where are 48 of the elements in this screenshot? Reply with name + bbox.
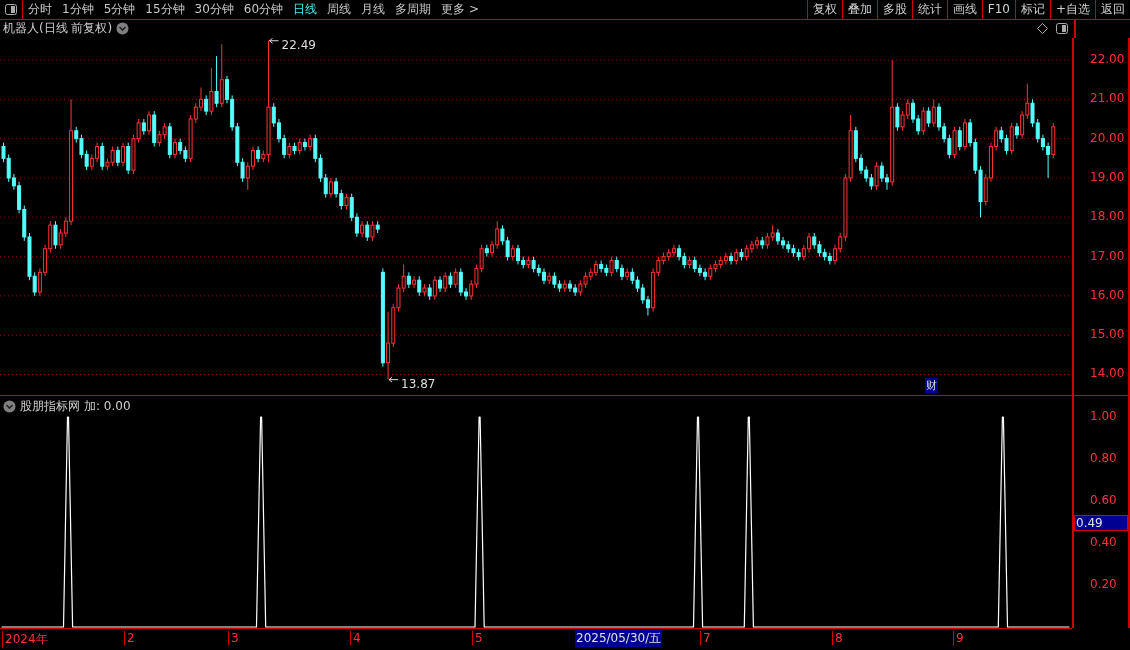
axis-label: 17.00 xyxy=(1090,248,1125,263)
axis-label: 7 xyxy=(700,631,711,646)
axis-label: 19.00 xyxy=(1090,169,1125,184)
event-marker[interactable]: 财 xyxy=(925,378,938,394)
cursor-value: 0.49 xyxy=(1074,515,1128,532)
toolbar-button[interactable]: 叠加 xyxy=(841,0,877,19)
axis-label: 0.80 xyxy=(1090,451,1117,466)
axis-label: 0.40 xyxy=(1090,535,1117,549)
period-tab[interactable]: 月线 xyxy=(356,0,391,19)
toolbar-button[interactable]: F10 xyxy=(981,0,1015,19)
axis-label: 15.00 xyxy=(1090,327,1125,342)
axis-label: 3 xyxy=(228,631,239,646)
axis-label: 8 xyxy=(832,631,843,646)
axis-label: 22.00 xyxy=(1090,51,1125,66)
axis-label: 5 xyxy=(472,631,483,646)
period-tab[interactable]: 周线 xyxy=(322,0,357,19)
axis-label: 2 xyxy=(124,631,135,646)
price-label: 13.87 xyxy=(401,376,436,391)
toolbar-button[interactable]: 画线 xyxy=(946,0,982,19)
price-label: 22.49 xyxy=(281,37,316,52)
toolbar-button[interactable]: +自选 xyxy=(1049,0,1095,19)
toolbar-button[interactable]: 返回 xyxy=(1095,0,1130,19)
cursor-date: 2025/05/30/五 xyxy=(575,630,663,648)
axis-label: 1.00 xyxy=(1090,409,1117,424)
period-tab[interactable]: 更多 > xyxy=(436,0,484,19)
toolbar-button[interactable]: 统计 xyxy=(911,0,947,19)
period-tab[interactable]: 分时 xyxy=(23,0,57,19)
axis-label: 21.00 xyxy=(1090,91,1125,106)
axis-label: 20.00 xyxy=(1090,130,1125,145)
period-tab[interactable]: 1分钟 xyxy=(57,0,99,19)
axis-label: 18.00 xyxy=(1090,209,1125,224)
period-tab[interactable]: 日线 xyxy=(288,0,323,19)
axis-label: 9 xyxy=(953,631,964,646)
period-tab[interactable]: 5分钟 xyxy=(98,0,141,19)
period-tab[interactable]: 60分钟 xyxy=(238,0,289,19)
period-tab[interactable]: 30分钟 xyxy=(189,0,239,19)
toolbar-button[interactable]: 多股 xyxy=(876,0,912,19)
axis-label: 4 xyxy=(350,631,361,646)
axis-label: 0.20 xyxy=(1090,577,1117,591)
period-tab[interactable]: 15分钟 xyxy=(140,0,190,19)
axis-label: 16.00 xyxy=(1090,287,1125,302)
axis-label: 0.60 xyxy=(1090,493,1117,507)
axis-label: 14.00 xyxy=(1090,366,1125,381)
toolbar-button[interactable]: 复权 xyxy=(806,0,842,19)
period-tab[interactable]: 多周期 xyxy=(390,0,437,19)
toolbar-button[interactable]: 标记 xyxy=(1014,0,1050,19)
axis-label: 2024年 xyxy=(2,631,48,649)
chart-title: 机器人(日线 前复权) xyxy=(2,20,113,38)
